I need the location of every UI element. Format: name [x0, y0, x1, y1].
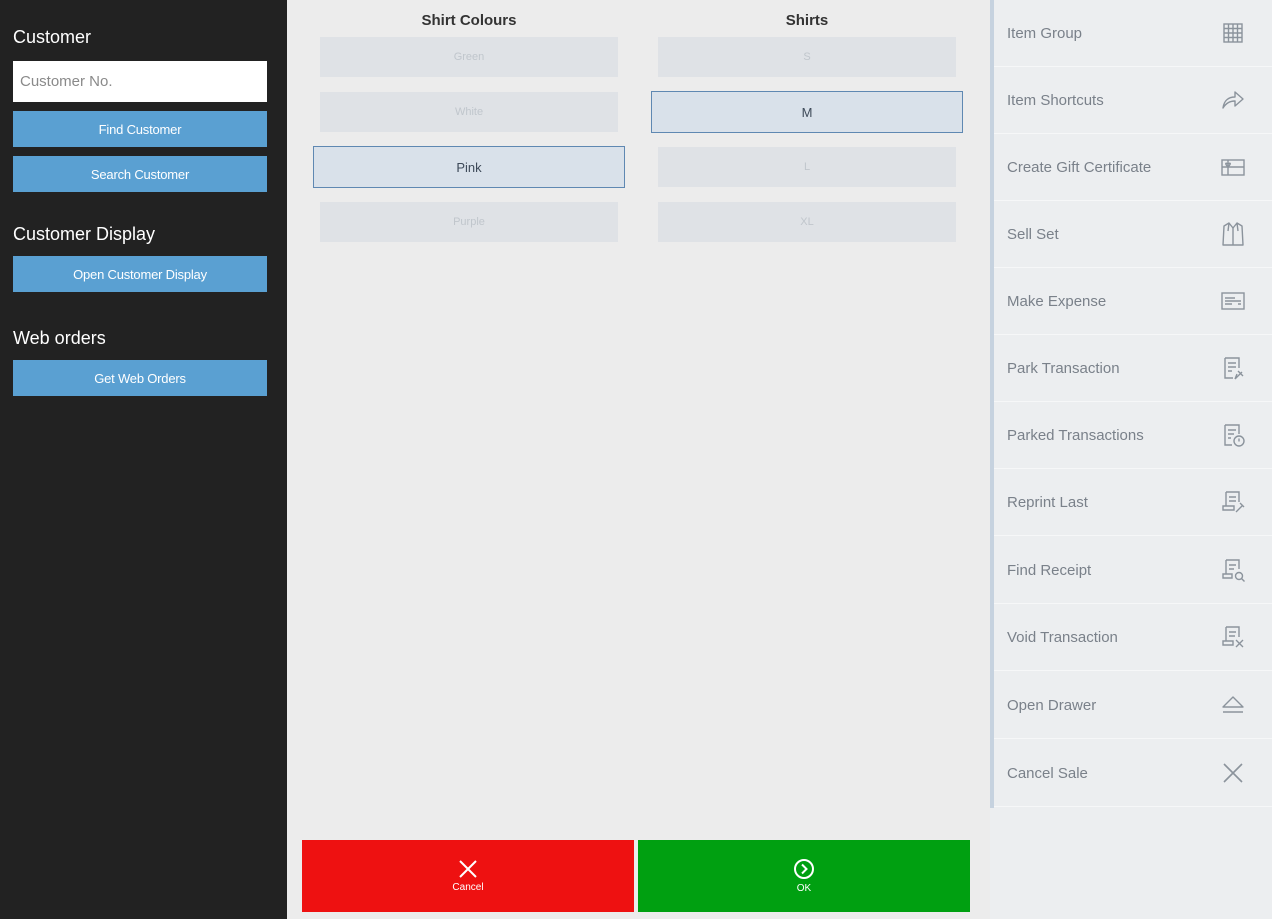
menu-item-label: Find Receipt — [1007, 561, 1092, 579]
menu-item-label: Void Transaction — [1007, 628, 1118, 646]
size-option-m-selected[interactable]: M — [651, 91, 963, 133]
grid-icon — [1220, 20, 1246, 46]
shirts-title: Shirts — [785, 12, 829, 29]
menu-item-label: Parked Transactions — [1007, 426, 1144, 444]
shirt-colours-title: Shirt Colours — [421, 12, 517, 29]
menu-item-label: Item Group — [1007, 24, 1083, 42]
menu-item-item-group[interactable]: Item Group — [994, 0, 1272, 67]
receipt-search-icon — [1220, 557, 1246, 583]
colour-option-pink-selected[interactable]: Pink — [313, 146, 625, 188]
menu-item-create-gift-certificate[interactable]: Create Gift Certificate — [994, 134, 1272, 201]
close-icon — [1220, 760, 1246, 786]
function-menu: Item Group Item Shortcuts Create Gift Ce… — [990, 0, 1272, 919]
menu-item-make-expense[interactable]: Make Expense — [994, 268, 1272, 335]
receipt-clock-icon — [1220, 422, 1246, 448]
colour-option-white[interactable]: White — [320, 92, 618, 132]
ok-label: OK — [796, 883, 812, 894]
ok-button[interactable]: OK — [638, 840, 970, 912]
menu-item-open-drawer[interactable]: Open Drawer — [994, 672, 1272, 739]
share-arrow-icon — [1220, 87, 1246, 113]
chevron-circle-icon — [794, 859, 814, 879]
menu-item-label: Open Drawer — [1007, 696, 1097, 714]
customer-sidebar: Customer Find Customer Search Customer C… — [0, 0, 287, 919]
menu-item-sell-set[interactable]: Sell Set — [994, 201, 1272, 268]
eject-icon — [1220, 692, 1246, 718]
colour-option-green[interactable]: Green — [320, 37, 618, 77]
menu-item-label: Reprint Last — [1007, 493, 1088, 511]
open-customer-display-button[interactable]: Open Customer Display — [13, 256, 267, 292]
menu-item-label: Create Gift Certificate — [1007, 158, 1152, 176]
jacket-icon — [1220, 221, 1246, 247]
receipt-void-icon — [1220, 624, 1246, 650]
cancel-button[interactable]: Cancel — [302, 840, 634, 912]
cancel-label: Cancel — [452, 882, 484, 893]
size-option-l[interactable]: L — [658, 147, 956, 187]
close-icon — [459, 860, 477, 878]
menu-item-park-transaction[interactable]: Park Transaction — [994, 335, 1272, 402]
get-web-orders-button[interactable]: Get Web Orders — [13, 360, 267, 396]
variant-selector-panel: Shirt Colours Shirts Green White Pink Pu… — [287, 0, 990, 919]
expense-card-icon — [1220, 288, 1246, 314]
size-option-s[interactable]: S — [658, 37, 956, 77]
menu-item-item-shortcuts[interactable]: Item Shortcuts — [994, 67, 1272, 134]
menu-item-reprint-last[interactable]: Reprint Last — [994, 469, 1272, 536]
menu-item-find-receipt[interactable]: Find Receipt — [994, 537, 1272, 604]
menu-item-label: Park Transaction — [1007, 359, 1120, 377]
receipt-edit-icon — [1220, 489, 1246, 515]
find-customer-button[interactable]: Find Customer — [13, 111, 267, 147]
menu-item-label: Cancel Sale — [1007, 764, 1088, 782]
menu-item-parked-transactions[interactable]: Parked Transactions — [994, 402, 1272, 469]
customer-number-input[interactable] — [13, 61, 267, 102]
size-option-xl[interactable]: XL — [658, 202, 956, 242]
search-customer-button[interactable]: Search Customer — [13, 156, 267, 192]
web-orders-section-title: Web orders — [13, 328, 106, 348]
menu-item-label: Item Shortcuts — [1007, 91, 1104, 109]
menu-item-cancel-sale[interactable]: Cancel Sale — [994, 740, 1272, 807]
customer-display-section-title: Customer Display — [13, 224, 156, 244]
menu-item-label: Make Expense — [1007, 292, 1107, 310]
receipt-pin-icon — [1220, 355, 1246, 381]
colour-option-purple[interactable]: Purple — [320, 202, 618, 242]
gift-card-icon — [1220, 154, 1246, 180]
menu-item-label: Sell Set — [1007, 225, 1059, 243]
menu-item-void-transaction[interactable]: Void Transaction — [994, 604, 1272, 671]
customer-section-title: Customer — [13, 27, 92, 47]
